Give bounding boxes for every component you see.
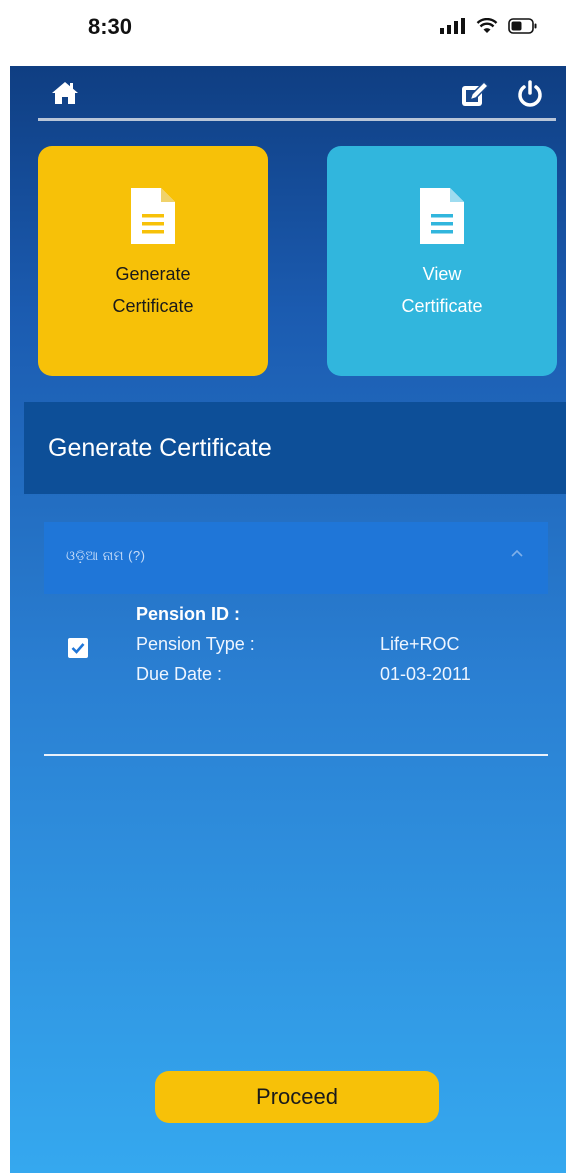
section-header: Generate Certificate bbox=[24, 402, 566, 494]
edit-icon[interactable] bbox=[460, 80, 492, 108]
top-bar-divider bbox=[38, 118, 556, 121]
generate-label-line1: Generate bbox=[115, 264, 191, 284]
app-screen: Generate Certificate View Certificate Ge… bbox=[10, 66, 566, 1173]
pension-type-value: Life+ROC bbox=[380, 634, 460, 654]
record-checkbox[interactable] bbox=[68, 638, 88, 658]
accordion-title: ଓଡ଼ିଆ ନାମ (?) bbox=[66, 548, 146, 563]
pension-id-label: Pension ID : bbox=[136, 604, 241, 624]
generate-label-line2: Certificate bbox=[112, 296, 194, 316]
generate-certificate-tile[interactable]: Generate Certificate bbox=[38, 146, 268, 376]
view-certificate-tile[interactable]: View Certificate bbox=[327, 146, 557, 376]
due-date-value: 01-03-2011 bbox=[380, 664, 471, 684]
section-title: Generate Certificate bbox=[48, 434, 272, 462]
proceed-button[interactable]: Proceed bbox=[155, 1071, 439, 1123]
home-icon[interactable] bbox=[50, 80, 80, 106]
document-icon bbox=[420, 188, 464, 244]
status-time: 8:30 bbox=[88, 14, 133, 39]
status-bar: 8:30 bbox=[0, 0, 576, 66]
check-icon bbox=[71, 643, 85, 654]
signal-icon bbox=[440, 18, 465, 34]
view-label-line2: Certificate bbox=[401, 296, 483, 316]
pension-record: Pension ID : Pension Type : Life+ROC Due… bbox=[44, 594, 548, 756]
view-label-line1: View bbox=[422, 264, 462, 284]
generate-certificate-label: Generate Certificate bbox=[112, 258, 193, 322]
top-bar bbox=[10, 66, 566, 122]
document-icon bbox=[131, 188, 175, 244]
view-certificate-label: View Certificate bbox=[401, 258, 482, 322]
battery-icon bbox=[508, 18, 537, 34]
wifi-icon bbox=[476, 18, 498, 33]
status-icons bbox=[440, 18, 538, 34]
record-divider bbox=[44, 754, 548, 756]
due-date-label: Due Date : bbox=[136, 664, 223, 684]
pensioner-accordion[interactable]: ଓଡ଼ିଆ ନାମ (?) bbox=[44, 522, 548, 594]
power-icon[interactable] bbox=[515, 80, 545, 108]
pension-type-label: Pension Type : bbox=[136, 634, 255, 654]
chevron-up-icon[interactable] bbox=[510, 548, 524, 558]
